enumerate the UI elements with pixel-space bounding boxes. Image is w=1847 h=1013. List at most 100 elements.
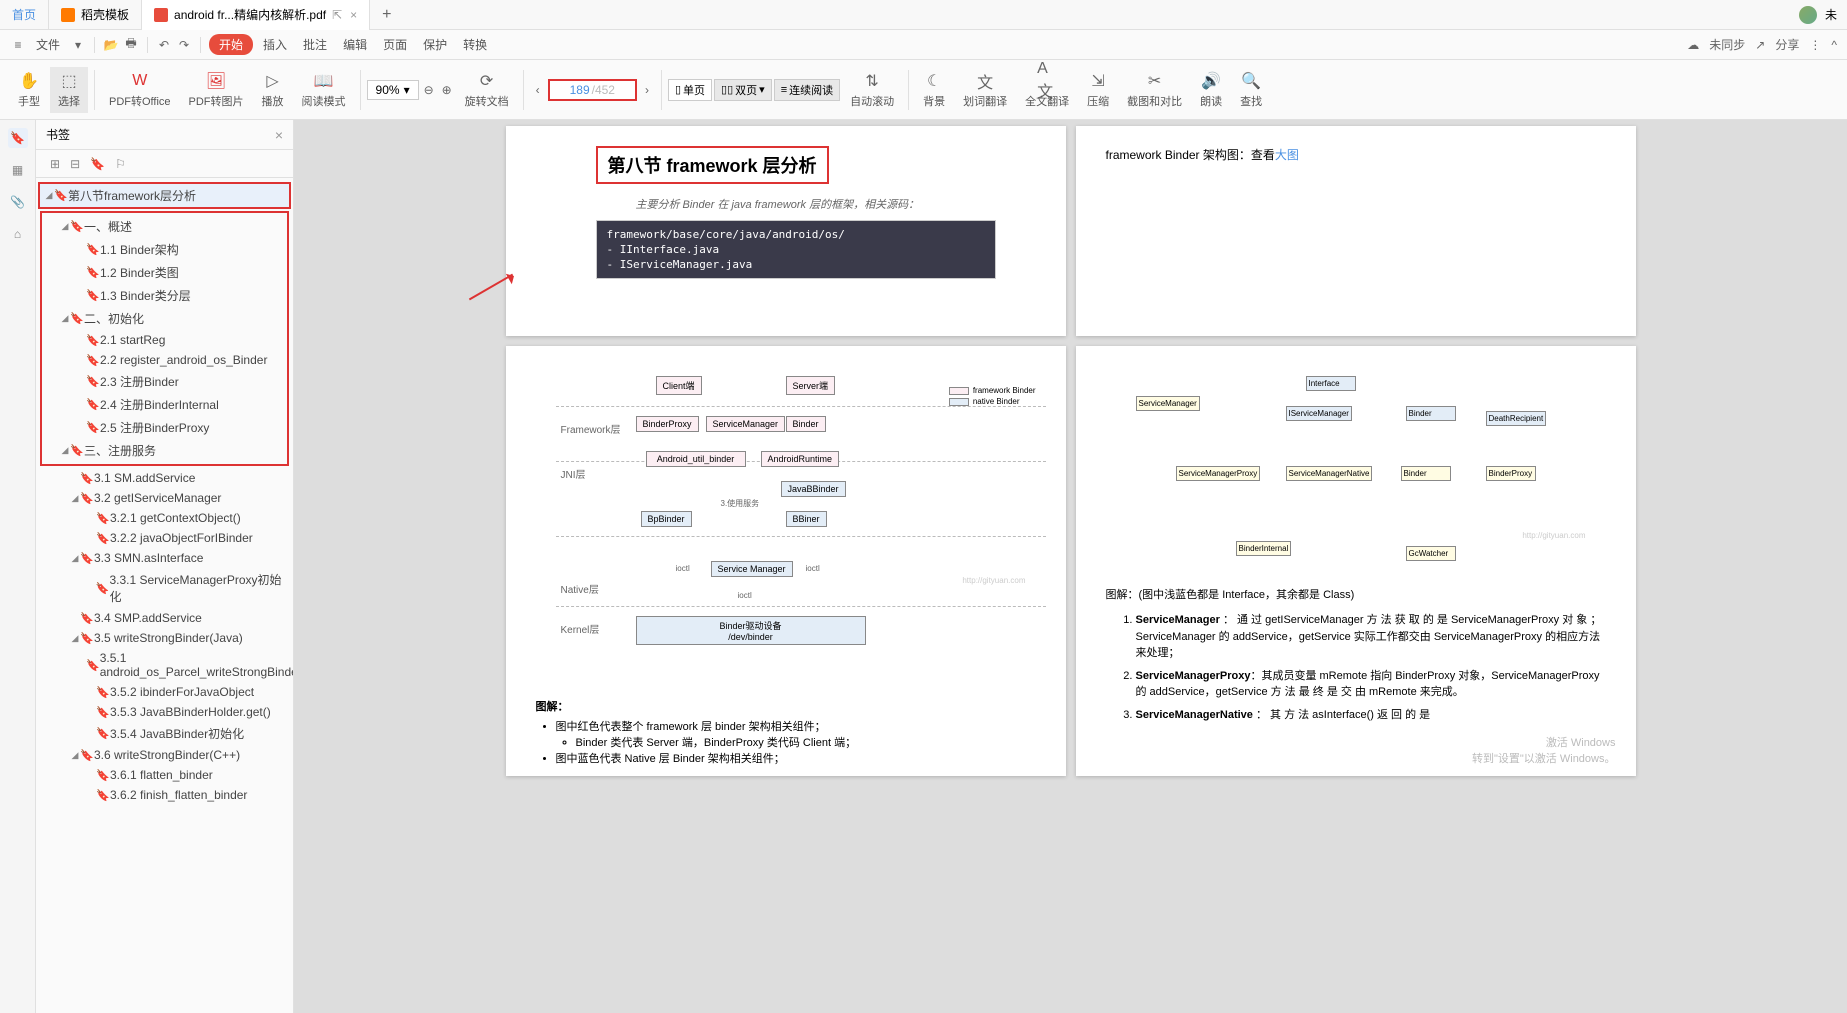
- tool-find[interactable]: 🔍查找: [1232, 67, 1270, 113]
- btn-continuous[interactable]: ≡ 连续阅读: [774, 79, 840, 101]
- rail-bookmark-icon[interactable]: 🔖: [8, 128, 28, 148]
- bookmark-item[interactable]: ◢🔖三、注册服务: [42, 439, 287, 462]
- menu-page[interactable]: 页面: [377, 34, 413, 55]
- menu-insert[interactable]: 插入: [257, 34, 293, 55]
- rail-home-icon[interactable]: ⌂: [8, 224, 28, 244]
- link-large-image[interactable]: 大图: [1275, 148, 1299, 162]
- bookmark-item[interactable]: 🔖1.2 Binder类图: [42, 261, 287, 284]
- bookmark-sidebar: 书签 × ⊞ ⊟ 🔖 ⚐ ◢🔖第八节framework层分析 ◢🔖一、概述 🔖1…: [36, 120, 294, 1013]
- tool-word-trans[interactable]: 文划词翻译: [955, 67, 1015, 113]
- tool-auto-scroll[interactable]: ⇅自动滚动: [842, 67, 902, 113]
- tool-compress[interactable]: ⇲压缩: [1079, 67, 1117, 113]
- uml-node: ServiceManagerProxy: [1176, 466, 1261, 481]
- bookmark-item[interactable]: 🔖1.3 Binder类分层: [42, 284, 287, 307]
- bookmark-item[interactable]: 🔖2.2 register_android_os_Binder: [42, 350, 287, 370]
- doc-note: 主要分析 Binder 在 java framework 层的框架，相关源码：: [636, 196, 1036, 212]
- tool-read-aloud[interactable]: 🔊朗读: [1192, 67, 1230, 113]
- tool-select[interactable]: ⬚选择: [50, 67, 88, 113]
- share-icon[interactable]: ↗: [1755, 38, 1765, 52]
- tool-hand[interactable]: ✋手型: [10, 67, 48, 113]
- print-icon[interactable]: 🖶: [123, 37, 139, 53]
- dropdown-icon[interactable]: ▾: [70, 37, 86, 53]
- tool-pdf-image[interactable]: 🖼PDF转图片: [181, 67, 252, 113]
- tab-close-icon[interactable]: ×: [350, 8, 357, 22]
- bookmark-item[interactable]: ◢🔖3.2 getIServiceManager: [36, 488, 293, 508]
- bookmark-item[interactable]: 🔖3.4 SMP.addService: [36, 608, 293, 628]
- avatar[interactable]: [1799, 6, 1817, 24]
- open-icon[interactable]: 📂: [103, 37, 119, 53]
- bookmark-item[interactable]: ◢🔖第八节framework层分析: [40, 184, 289, 207]
- tab-home[interactable]: 首页: [0, 0, 49, 30]
- rail-attachment-icon[interactable]: 📎: [8, 192, 28, 212]
- sidebar-close-icon[interactable]: ×: [275, 127, 283, 143]
- bookmark-item[interactable]: 🔖2.4 注册BinderInternal: [42, 393, 287, 416]
- title-bar: 首页 稻壳模板 android fr...精编内核解析.pdf⇱× + 未: [0, 0, 1847, 30]
- rail-thumbnail-icon[interactable]: ▦: [8, 160, 28, 180]
- expand-all-icon[interactable]: ⊞: [50, 157, 60, 171]
- toolbar: ✋手型 ⬚选择 WPDF转Office 🖼PDF转图片 ▷播放 📖阅读模式 90…: [0, 60, 1847, 120]
- zoom-in-icon[interactable]: ⊕: [439, 82, 455, 98]
- diagram-node: Server端: [786, 376, 836, 395]
- bookmark-tree[interactable]: ◢🔖第八节framework层分析 ◢🔖一、概述 🔖1.1 Binder架构 🔖…: [36, 178, 293, 1013]
- bookmark-item[interactable]: 🔖2.1 startReg: [42, 330, 287, 350]
- bookmark-item[interactable]: 🔖3.2.1 getContextObject(): [36, 508, 293, 528]
- bookmark-item[interactable]: ◢🔖二、初始化: [42, 307, 287, 330]
- bookmark-item[interactable]: 🔖3.5.4 JavaBBinder初始化: [36, 722, 293, 745]
- layer-label: JNI层: [561, 466, 586, 481]
- page-input[interactable]: 189/452: [548, 79, 637, 101]
- tool-rotate[interactable]: ⟳旋转文档: [457, 67, 517, 113]
- menu-start[interactable]: 开始: [209, 34, 253, 55]
- tool-read-mode[interactable]: 📖阅读模式: [294, 67, 354, 113]
- bookmark-add-icon[interactable]: 🔖: [90, 157, 105, 171]
- tab-template[interactable]: 稻壳模板: [49, 0, 142, 30]
- moon-icon: ☾: [924, 71, 944, 91]
- pdf-viewer[interactable]: 第八节 framework 层分析 主要分析 Binder 在 java fra…: [294, 120, 1847, 1013]
- undo-icon[interactable]: ↶: [156, 37, 172, 53]
- bookmark-item[interactable]: 🔖2.5 注册BinderProxy: [42, 416, 287, 439]
- menu-convert[interactable]: 转换: [457, 34, 493, 55]
- menu-edit[interactable]: 编辑: [337, 34, 373, 55]
- tab-add[interactable]: +: [370, 0, 403, 30]
- menu-protect[interactable]: 保护: [417, 34, 453, 55]
- cloud-icon[interactable]: ☁: [1687, 38, 1699, 52]
- bookmark-item[interactable]: ◢🔖3.6 writeStrongBinder(C++): [36, 745, 293, 765]
- bookmark-item[interactable]: 🔖3.6.1 flatten_binder: [36, 765, 293, 785]
- menu-hamburger-icon[interactable]: ≡: [10, 37, 26, 53]
- bookmark-item[interactable]: ◢🔖3.3 SMN.asInterface: [36, 548, 293, 568]
- crop-icon: ✂: [1145, 71, 1165, 91]
- tool-play[interactable]: ▷播放: [254, 67, 292, 113]
- collapse-icon[interactable]: ^: [1831, 38, 1837, 52]
- more-icon[interactable]: ⋮: [1809, 38, 1821, 52]
- btn-double-page[interactable]: ▯▯ 双页 ▾: [714, 79, 772, 101]
- bookmark-item[interactable]: 🔖3.1 SM.addService: [36, 468, 293, 488]
- btn-single-page[interactable]: ▯ 单页: [668, 79, 712, 101]
- zoom-out-icon[interactable]: ⊖: [421, 82, 437, 98]
- next-page-icon[interactable]: ›: [639, 82, 655, 98]
- diagram-node: Binder: [786, 416, 826, 432]
- tool-crop[interactable]: ✂截图和对比: [1119, 67, 1190, 113]
- bookmark-item[interactable]: 🔖3.2.2 javaObjectForIBinder: [36, 528, 293, 548]
- bookmark-flag-icon[interactable]: ⚐: [115, 157, 126, 171]
- collapse-all-icon[interactable]: ⊟: [70, 157, 80, 171]
- bookmark-item[interactable]: 🔖3.3.1 ServiceManagerProxy初始化: [36, 568, 293, 608]
- content-area: 🔖 ▦ 📎 ⌂ 书签 × ⊞ ⊟ 🔖 ⚐ ◢🔖第八节framework层分析: [0, 120, 1847, 1013]
- tab-active-doc[interactable]: android fr...精编内核解析.pdf⇱×: [142, 0, 370, 30]
- prev-page-icon[interactable]: ‹: [530, 82, 546, 98]
- menu-review[interactable]: 批注: [297, 34, 333, 55]
- tab-pin-icon[interactable]: ⇱: [332, 8, 342, 22]
- tool-full-trans[interactable]: A文全文翻译: [1017, 67, 1077, 113]
- bookmark-item[interactable]: 🔖3.5.2 ibinderForJavaObject: [36, 682, 293, 702]
- bookmark-item[interactable]: 🔖3.6.2 finish_flatten_binder: [36, 785, 293, 805]
- bookmark-item[interactable]: 🔖1.1 Binder架构: [42, 238, 287, 261]
- bookmark-item[interactable]: ◢🔖3.5 writeStrongBinder(Java): [36, 628, 293, 648]
- menu-file[interactable]: 文件: [30, 34, 66, 55]
- user-label: 未: [1825, 6, 1837, 23]
- redo-icon[interactable]: ↷: [176, 37, 192, 53]
- tool-pdf-office[interactable]: WPDF转Office: [101, 67, 179, 113]
- bookmark-item[interactable]: 🔖2.3 注册Binder: [42, 370, 287, 393]
- bookmark-item[interactable]: ◢🔖一、概述: [42, 215, 287, 238]
- bookmark-item[interactable]: 🔖3.5.3 JavaBBinderHolder.get(): [36, 702, 293, 722]
- bookmark-item[interactable]: 🔖3.5.1 android_os_Parcel_writeStrongBind…: [36, 648, 293, 682]
- zoom-input[interactable]: 90% ▾: [367, 80, 419, 100]
- tool-background[interactable]: ☾背景: [915, 67, 953, 113]
